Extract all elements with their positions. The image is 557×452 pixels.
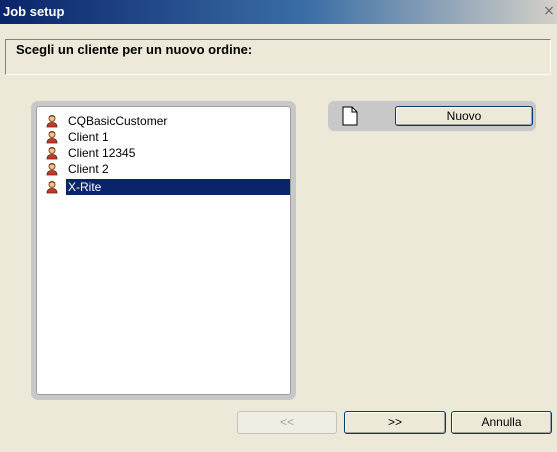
- customer-label: Client 1: [68, 130, 109, 144]
- job-setup-window: Job setup × Scegli un cliente per un nuo…: [0, 0, 557, 452]
- customer-icon: [45, 180, 59, 194]
- customer-icon: [45, 146, 59, 160]
- customer-label: CQBasicCustomer: [68, 114, 168, 128]
- customer-list[interactable]: CQBasicCustomer Client 1 Client 12345 Cl…: [36, 106, 291, 395]
- customer-icon: [45, 162, 59, 176]
- close-icon[interactable]: ×: [541, 3, 557, 19]
- new-customer-panel: Nuovo: [328, 101, 536, 131]
- cancel-button[interactable]: Annulla: [451, 411, 552, 434]
- title-bar[interactable]: Job setup ×: [0, 0, 557, 24]
- customer-item-client-2[interactable]: Client 2: [38, 161, 290, 177]
- customer-label: Client 2: [68, 162, 109, 176]
- customer-label: X-Rite: [65, 178, 290, 196]
- prompt-panel: Scegli un cliente per un nuovo ordine:: [5, 39, 551, 75]
- next-button[interactable]: >>: [344, 411, 446, 434]
- back-button[interactable]: <<: [237, 411, 337, 434]
- prompt-text: Scegli un cliente per un nuovo ordine:: [16, 42, 253, 57]
- customer-item-x-rite[interactable]: X-Rite: [38, 178, 290, 196]
- customer-icon: [45, 114, 59, 128]
- document-icon: [342, 106, 358, 126]
- customer-item-cqbasiccustomer[interactable]: CQBasicCustomer: [38, 113, 290, 129]
- new-button[interactable]: Nuovo: [395, 106, 533, 126]
- customer-label: Client 12345: [68, 146, 136, 160]
- window-title: Job setup: [3, 4, 65, 19]
- customer-list-frame: CQBasicCustomer Client 1 Client 12345 Cl…: [31, 101, 296, 400]
- customer-icon: [45, 130, 59, 144]
- customer-item-client-12345[interactable]: Client 12345: [38, 145, 290, 161]
- customer-item-client-1[interactable]: Client 1: [38, 129, 290, 145]
